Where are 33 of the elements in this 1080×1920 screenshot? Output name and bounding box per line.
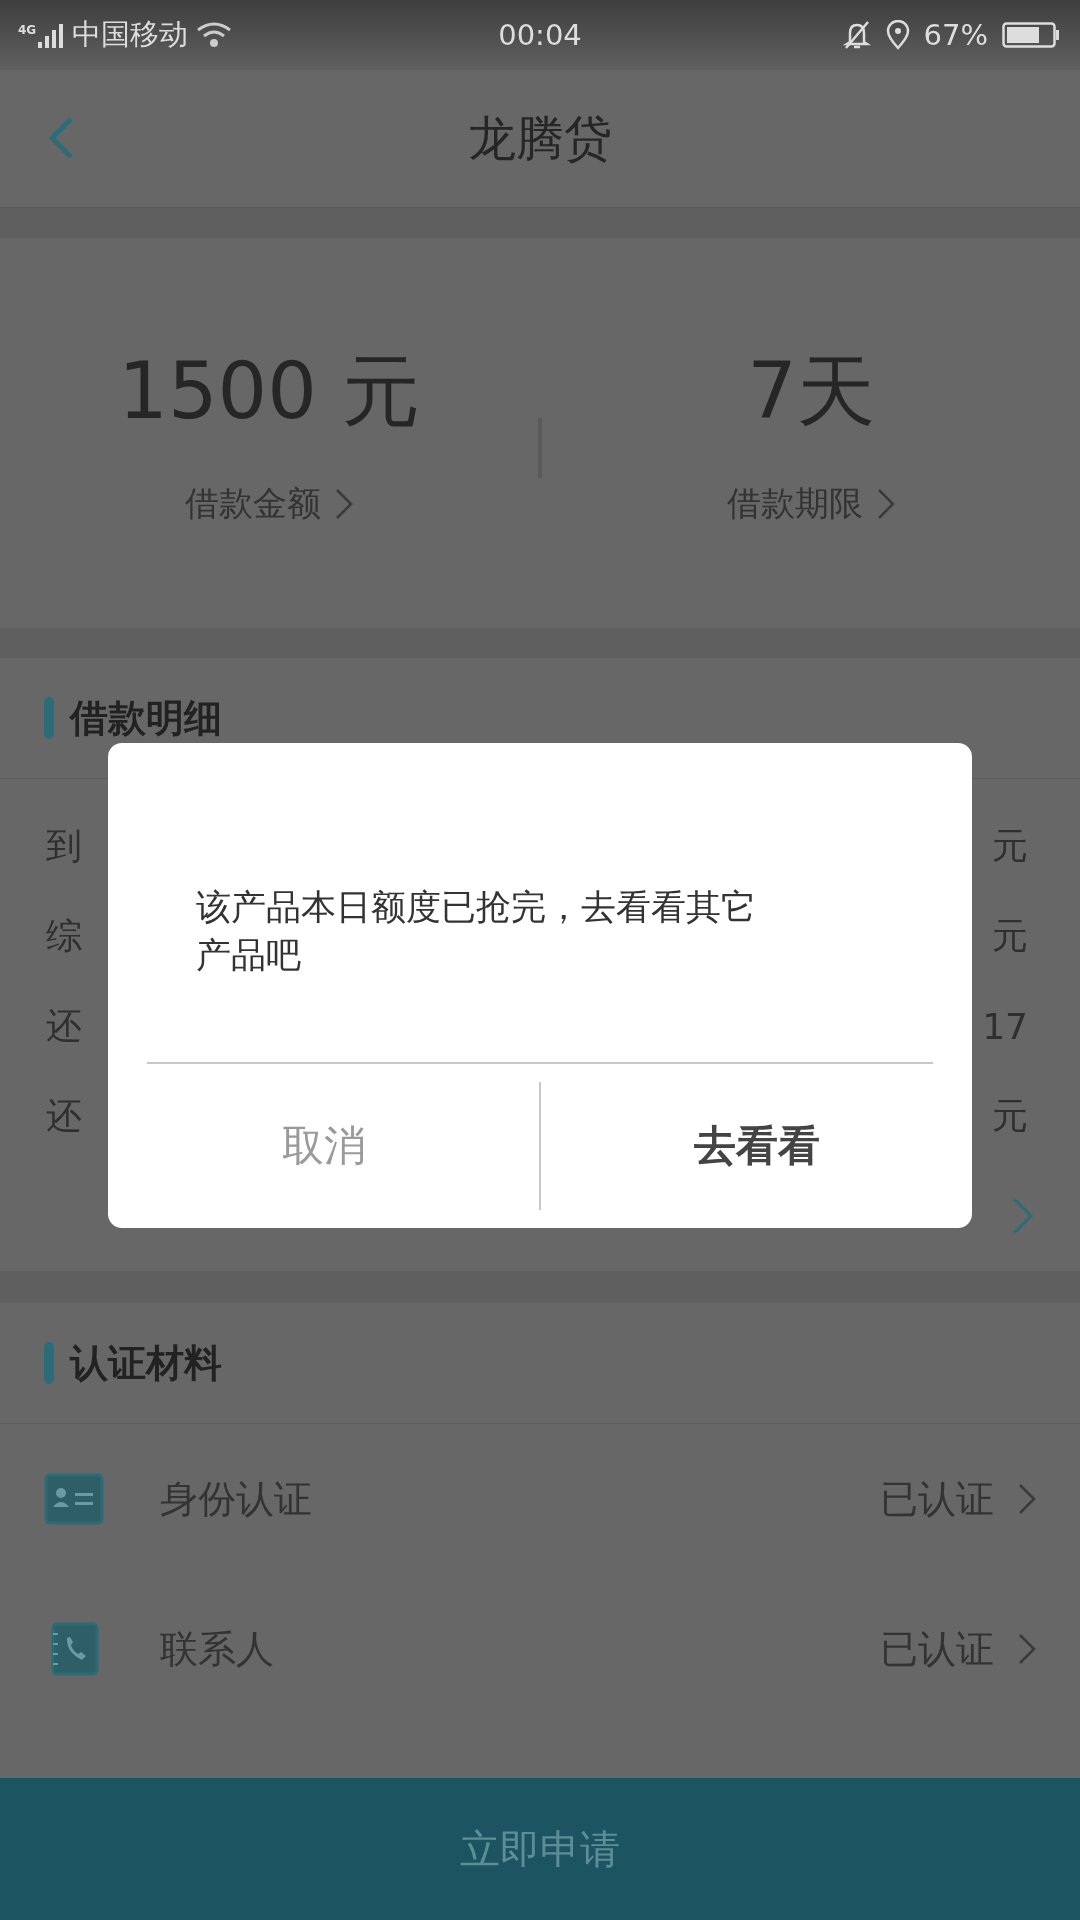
accent-bar xyxy=(44,697,54,739)
detail-value: 17 xyxy=(982,1005,1028,1047)
wifi-icon xyxy=(196,21,233,49)
dialog-message: 该产品本日额度已抢完，去看看其它产品吧 xyxy=(196,886,757,977)
back-icon[interactable] xyxy=(48,116,74,160)
apply-button[interactable]: 立即申请 xyxy=(0,1778,1080,1920)
chevron-icon[interactable] xyxy=(1012,1197,1034,1235)
detail-value: 元 xyxy=(992,1093,1028,1138)
clock-time: 00:04 xyxy=(498,18,582,52)
chevron-icon xyxy=(1018,1483,1036,1515)
section-title: 借款明细 xyxy=(70,694,222,742)
network-type: 4G xyxy=(18,23,37,37)
detail-label: 还 xyxy=(46,1003,82,1048)
detail-value: 元 xyxy=(992,823,1028,868)
detail-label: 还 xyxy=(46,1093,82,1138)
battery-icon xyxy=(1002,22,1060,48)
detail-value: 元 xyxy=(992,913,1028,958)
page-title: 龙腾贷 xyxy=(468,108,612,168)
location-icon xyxy=(885,20,910,50)
id-card-icon xyxy=(44,1473,104,1525)
detail-label: 综 xyxy=(46,913,82,958)
detail-label: 到 xyxy=(46,823,82,868)
chevron-icon xyxy=(335,487,353,520)
chevron-icon xyxy=(877,487,895,520)
chevron-icon xyxy=(1018,1633,1036,1665)
accent-bar xyxy=(44,1342,54,1384)
loan-value: 1500 元 xyxy=(118,344,420,438)
signal-icon xyxy=(38,22,65,48)
carrier-name: 中国移动 xyxy=(72,16,189,53)
bell-off-icon xyxy=(841,20,872,50)
loan-value: 7天 xyxy=(747,344,875,438)
section-title: 认证材料 xyxy=(70,1339,222,1387)
battery-percent: 67% xyxy=(923,18,988,52)
